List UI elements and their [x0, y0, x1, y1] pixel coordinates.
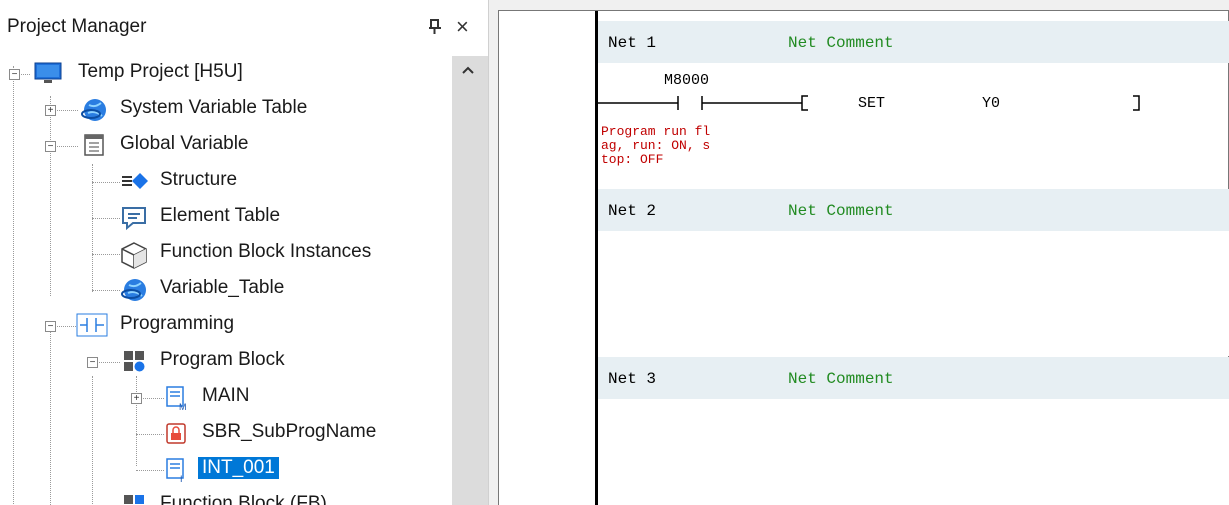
editor-top-strip	[498, 0, 1229, 10]
interrupt-program-icon: I	[164, 457, 190, 484]
editor-gutter	[499, 11, 595, 505]
panel-header: Project Manager ×	[0, 0, 488, 40]
net-name: Net 3	[608, 370, 657, 388]
ladder-contact-icon	[76, 313, 108, 337]
net-comment[interactable]: Net Comment	[788, 370, 894, 388]
net-2-header[interactable]: Net 2 Net Comment	[598, 189, 1229, 231]
globe-icon	[80, 97, 106, 121]
collapse-toggle-programming[interactable]: −	[45, 321, 56, 332]
tree-item-global-variable[interactable]: Global Variable	[80, 130, 340, 160]
tree-item-temp-project[interactable]: Temp Project [H5U]	[32, 58, 312, 88]
tree-item-system-variable-table[interactable]: System Variable Table	[80, 94, 380, 124]
blocks-icon	[122, 349, 148, 373]
tree-scrollbar[interactable]	[452, 56, 488, 505]
tree-item-int-001[interactable]: I INT_001	[164, 454, 304, 484]
net-comment[interactable]: Net Comment	[788, 202, 894, 220]
tree-item-variable-table[interactable]: Variable_Table	[120, 274, 360, 304]
close-icon[interactable]: ×	[456, 14, 469, 40]
computer-icon	[34, 61, 62, 85]
net-1-header[interactable]: Net 1 Net Comment	[598, 21, 1229, 63]
main-program-icon: M	[164, 385, 190, 412]
tree-item-main[interactable]: M MAIN	[164, 382, 304, 412]
contact-comment: Program run fl ag, run: ON, s top: OFF	[601, 124, 711, 167]
expand-toggle-system-variable-table[interactable]: +	[45, 105, 56, 116]
instruction-mnemonic[interactable]: SET	[858, 95, 885, 112]
tree-item-function-block-instances[interactable]: Function Block Instances	[120, 238, 440, 269]
contact-address[interactable]: M8000	[664, 72, 709, 89]
blocks-icon	[122, 493, 148, 505]
tree-item-programming[interactable]: Programming	[76, 310, 316, 340]
net-2-rung[interactable]	[598, 231, 1229, 356]
globe-icon	[120, 277, 146, 301]
project-manager-panel: Project Manager × − Temp Project [H5U] +…	[0, 0, 488, 505]
structure-icon	[120, 169, 148, 193]
collapse-toggle-temp-project[interactable]: −	[9, 69, 20, 80]
svg-text:M: M	[179, 402, 187, 411]
tree-item-program-block[interactable]: Program Block	[122, 346, 362, 376]
svg-text:I: I	[180, 474, 183, 483]
cube-icon	[120, 241, 147, 269]
net-name: Net 1	[608, 34, 657, 52]
tree-item-sbr-subprogname[interactable]: SBR_SubProgName	[164, 418, 424, 448]
net-3-header[interactable]: Net 3 Net Comment	[598, 357, 1229, 399]
collapse-toggle-program-block[interactable]: −	[87, 357, 98, 368]
tree-item-element-table[interactable]: Element Table	[120, 202, 360, 232]
expand-toggle-main[interactable]: +	[131, 393, 142, 404]
document-list-icon	[82, 133, 108, 157]
net-name: Net 2	[608, 202, 657, 220]
lock-icon	[164, 421, 190, 445]
tree-item-function-block-fb[interactable]: Function Block (FB)	[122, 490, 382, 505]
tree-item-structure[interactable]: Structure	[120, 166, 320, 196]
panel-title: Project Manager	[7, 16, 147, 37]
net-3-rung[interactable]	[598, 399, 1229, 505]
comment-icon	[120, 205, 146, 231]
net-comment[interactable]: Net Comment	[788, 34, 894, 52]
pin-icon[interactable]	[428, 19, 442, 39]
scroll-up-icon[interactable]	[456, 62, 480, 82]
instruction-operand[interactable]: Y0	[982, 95, 1000, 112]
project-tree: − Temp Project [H5U] + System Variable T…	[0, 40, 452, 505]
collapse-toggle-global-variable[interactable]: −	[45, 141, 56, 152]
